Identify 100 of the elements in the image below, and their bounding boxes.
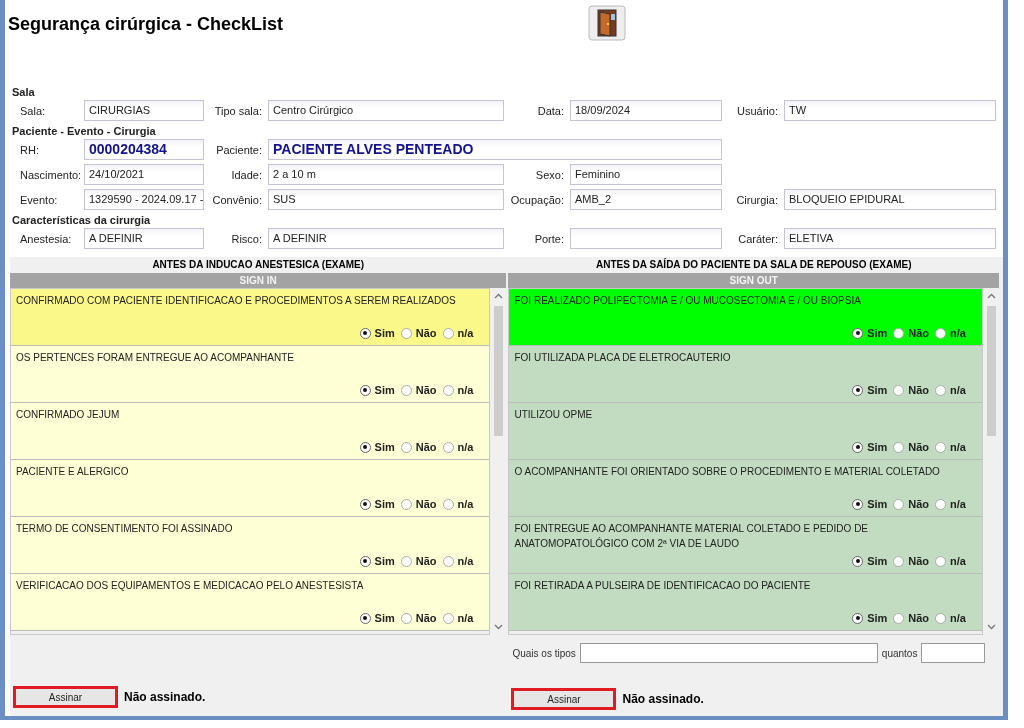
radio-option[interactable]: Não [400, 441, 437, 453]
radio-button[interactable] [442, 612, 454, 624]
radio-button[interactable] [400, 612, 412, 624]
radio-button[interactable] [852, 441, 864, 453]
scroll-up-icon[interactable] [986, 293, 996, 299]
radio-button[interactable] [359, 327, 371, 339]
text-field[interactable]: Feminino [570, 164, 722, 185]
radio-button[interactable] [893, 555, 905, 567]
scroll-down-icon[interactable] [986, 624, 996, 630]
radio-option[interactable]: Não [893, 327, 930, 339]
radio-option[interactable]: Não [400, 498, 437, 510]
radio-option[interactable]: Não [400, 555, 437, 567]
input-field[interactable] [921, 643, 986, 663]
scroll-up-icon[interactable] [493, 293, 503, 299]
radio-option[interactable]: n/a [442, 327, 474, 339]
radio-button[interactable] [852, 555, 864, 567]
radio-option[interactable]: Sim [359, 441, 395, 453]
radio-button[interactable] [400, 327, 412, 339]
radio-option[interactable]: n/a [935, 612, 966, 624]
radio-option[interactable]: Não [400, 327, 437, 339]
sign-button[interactable]: Assinar [13, 686, 118, 708]
radio-option[interactable]: n/a [442, 384, 474, 396]
text-field[interactable]: 2 a 10 m [268, 164, 504, 185]
radio-button[interactable] [359, 498, 371, 510]
radio-button[interactable] [359, 612, 371, 624]
radio-button[interactable] [442, 384, 454, 396]
radio-button[interactable] [442, 327, 454, 339]
radio-button[interactable] [359, 384, 371, 396]
radio-button[interactable] [400, 555, 412, 567]
radio-option[interactable]: n/a [935, 441, 966, 453]
radio-button[interactable] [935, 555, 947, 567]
radio-option[interactable]: Sim [852, 498, 888, 510]
radio-option[interactable]: Sim [359, 555, 395, 567]
radio-option[interactable]: Não [893, 384, 930, 396]
radio-button[interactable] [893, 612, 905, 624]
text-field[interactable]: CIRURGIAS [84, 100, 204, 121]
radio-option[interactable]: Sim [852, 384, 888, 396]
radio-button[interactable] [893, 498, 905, 510]
door-icon[interactable] [588, 5, 626, 41]
text-field[interactable]: ELETIVA [784, 228, 996, 249]
radio-button[interactable] [442, 441, 454, 453]
text-field[interactable]: 0000204384 [84, 139, 204, 160]
sign-button[interactable]: Assinar [511, 688, 617, 710]
radio-button[interactable] [935, 441, 947, 453]
radio-button[interactable] [400, 441, 412, 453]
radio-option[interactable]: n/a [442, 441, 474, 453]
text-field[interactable]: A DEFINIR [268, 228, 504, 249]
radio-option[interactable]: n/a [442, 612, 474, 624]
text-field[interactable]: SUS [268, 189, 504, 210]
radio-button[interactable] [442, 555, 454, 567]
radio-option[interactable]: n/a [442, 498, 474, 510]
scrollbar-thumb[interactable] [986, 306, 996, 436]
text-field[interactable]: BLOQUEIO EPIDURAL [784, 189, 996, 210]
radio-option[interactable]: Sim [852, 555, 888, 567]
radio-button[interactable] [935, 612, 947, 624]
radio-option[interactable]: n/a [935, 384, 966, 396]
radio-button[interactable] [935, 327, 947, 339]
radio-option[interactable]: n/a [935, 555, 966, 567]
text-field[interactable]: 18/09/2024 [570, 100, 722, 121]
radio-button[interactable] [400, 384, 412, 396]
radio-option[interactable]: Não [893, 498, 930, 510]
radio-button[interactable] [852, 498, 864, 510]
radio-button[interactable] [359, 441, 371, 453]
radio-option[interactable]: Sim [359, 384, 395, 396]
radio-option[interactable]: Sim [359, 498, 395, 510]
radio-button[interactable] [400, 498, 412, 510]
text-field[interactable]: A DEFINIR [84, 228, 204, 249]
scrollbar-thumb[interactable] [493, 306, 503, 436]
radio-option[interactable]: Sim [852, 441, 888, 453]
radio-button[interactable] [852, 612, 864, 624]
radio-button[interactable] [893, 327, 905, 339]
text-field[interactable] [570, 228, 722, 249]
radio-option[interactable]: n/a [442, 555, 474, 567]
radio-option[interactable]: Sim [359, 327, 395, 339]
radio-option[interactable]: Não [400, 612, 437, 624]
radio-button[interactable] [935, 498, 947, 510]
radio-option[interactable]: Sim [359, 612, 395, 624]
radio-button[interactable] [852, 327, 864, 339]
scroll-down-icon[interactable] [493, 624, 503, 630]
text-field[interactable]: PACIENTE ALVES PENTEADO [268, 139, 722, 160]
radio-option[interactable]: n/a [935, 498, 966, 510]
text-field[interactable]: 1329590 - 2024.09.17 - [84, 189, 204, 210]
text-field[interactable]: AMB_2 [570, 189, 722, 210]
radio-option[interactable]: n/a [935, 327, 966, 339]
radio-button[interactable] [359, 555, 371, 567]
radio-option[interactable]: Não [893, 441, 930, 453]
input-field[interactable] [579, 643, 878, 663]
radio-button[interactable] [893, 384, 905, 396]
radio-option[interactable]: Sim [852, 612, 888, 624]
radio-button[interactable] [893, 441, 905, 453]
radio-option[interactable]: Não [893, 555, 930, 567]
radio-option[interactable]: Não [400, 384, 437, 396]
text-field[interactable]: Centro Cirúrgico [268, 100, 504, 121]
text-field[interactable]: 24/10/2021 [84, 164, 204, 185]
radio-button[interactable] [935, 384, 947, 396]
radio-button[interactable] [442, 498, 454, 510]
radio-option[interactable]: Sim [852, 327, 888, 339]
text-field[interactable]: TW [784, 100, 996, 121]
radio-option[interactable]: Não [893, 612, 930, 624]
radio-button[interactable] [852, 384, 864, 396]
